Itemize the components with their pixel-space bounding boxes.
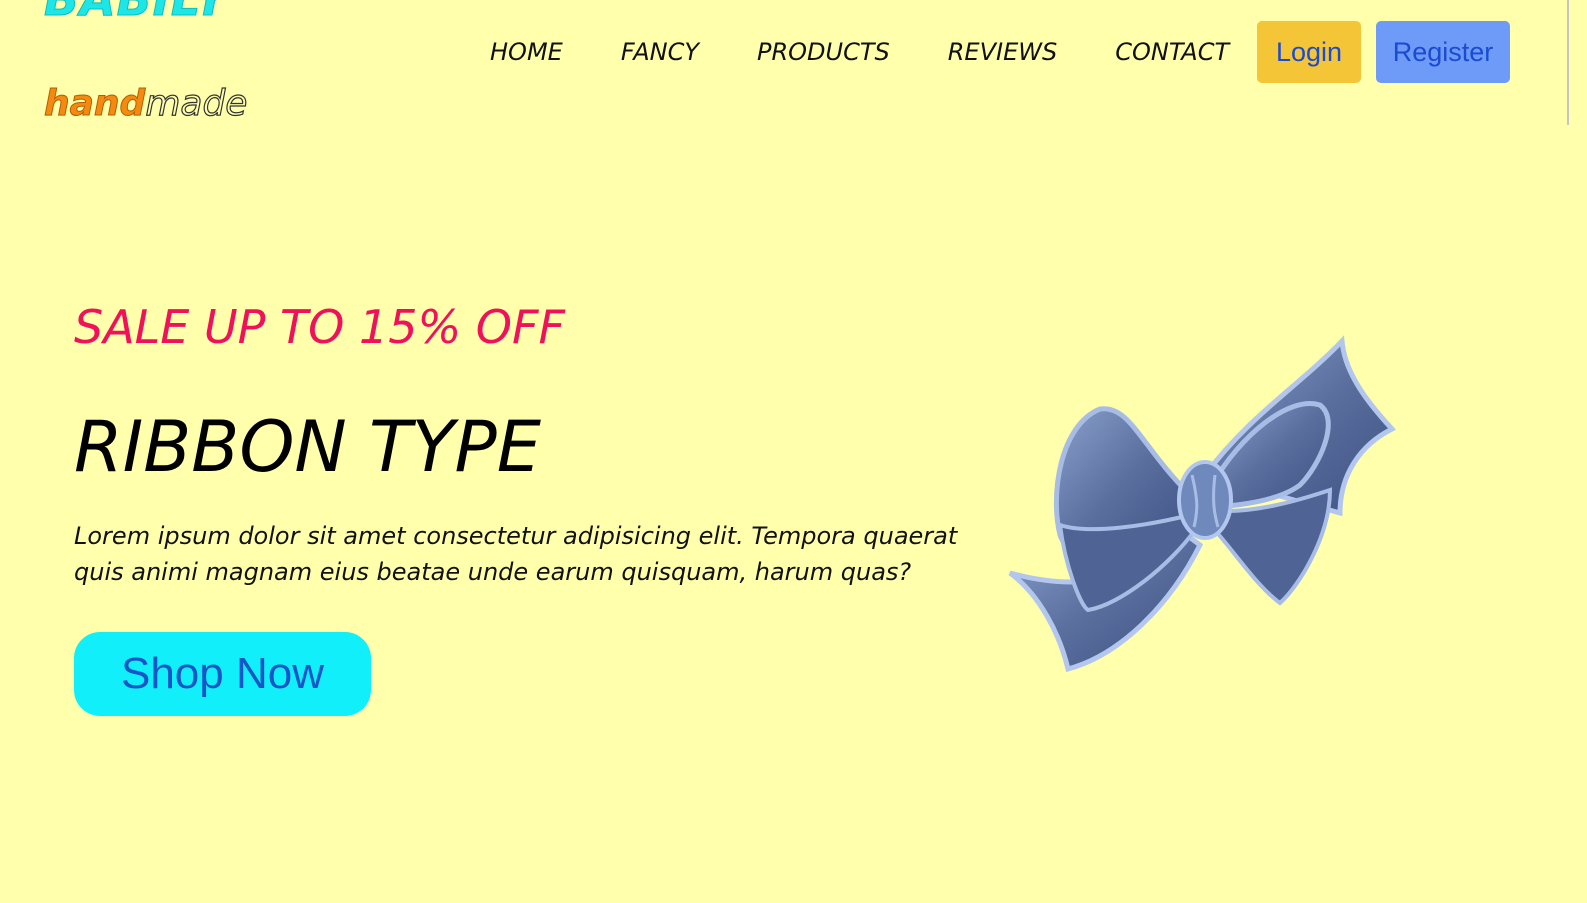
nav-item-reviews[interactable]: REVIEWS: [948, 36, 1057, 68]
tagline-made: made: [145, 83, 248, 124]
brand-tagline: handmade: [43, 83, 248, 124]
main-nav: HOME FANCY PRODUCTS REVIEWS CONTACT: [490, 36, 1229, 68]
nav-item-products[interactable]: PRODUCTS: [757, 36, 890, 68]
login-button[interactable]: Login: [1257, 21, 1361, 83]
register-button[interactable]: Register: [1376, 21, 1510, 83]
hero-title: RIBBON TYPE: [74, 406, 541, 488]
nav-item-home[interactable]: HOME: [490, 36, 563, 68]
brand-logo[interactable]: BABILY: [43, 0, 228, 23]
nav-item-contact[interactable]: CONTACT: [1115, 36, 1229, 68]
page: BABILY handmade HOME FANCY PRODUCTS REVI…: [0, 0, 1587, 903]
scrollbar[interactable]: [1567, 0, 1569, 125]
hero-description: Lorem ipsum dolor sit amet consectetur a…: [74, 522, 958, 586]
sale-banner: SALE UP TO 15% OFF: [74, 300, 565, 354]
shop-now-button[interactable]: Shop Now: [74, 632, 371, 716]
tagline-hand: hand: [43, 83, 146, 124]
ribbon-bow-image: [1000, 335, 1400, 680]
nav-item-fancy[interactable]: FANCY: [621, 36, 699, 68]
